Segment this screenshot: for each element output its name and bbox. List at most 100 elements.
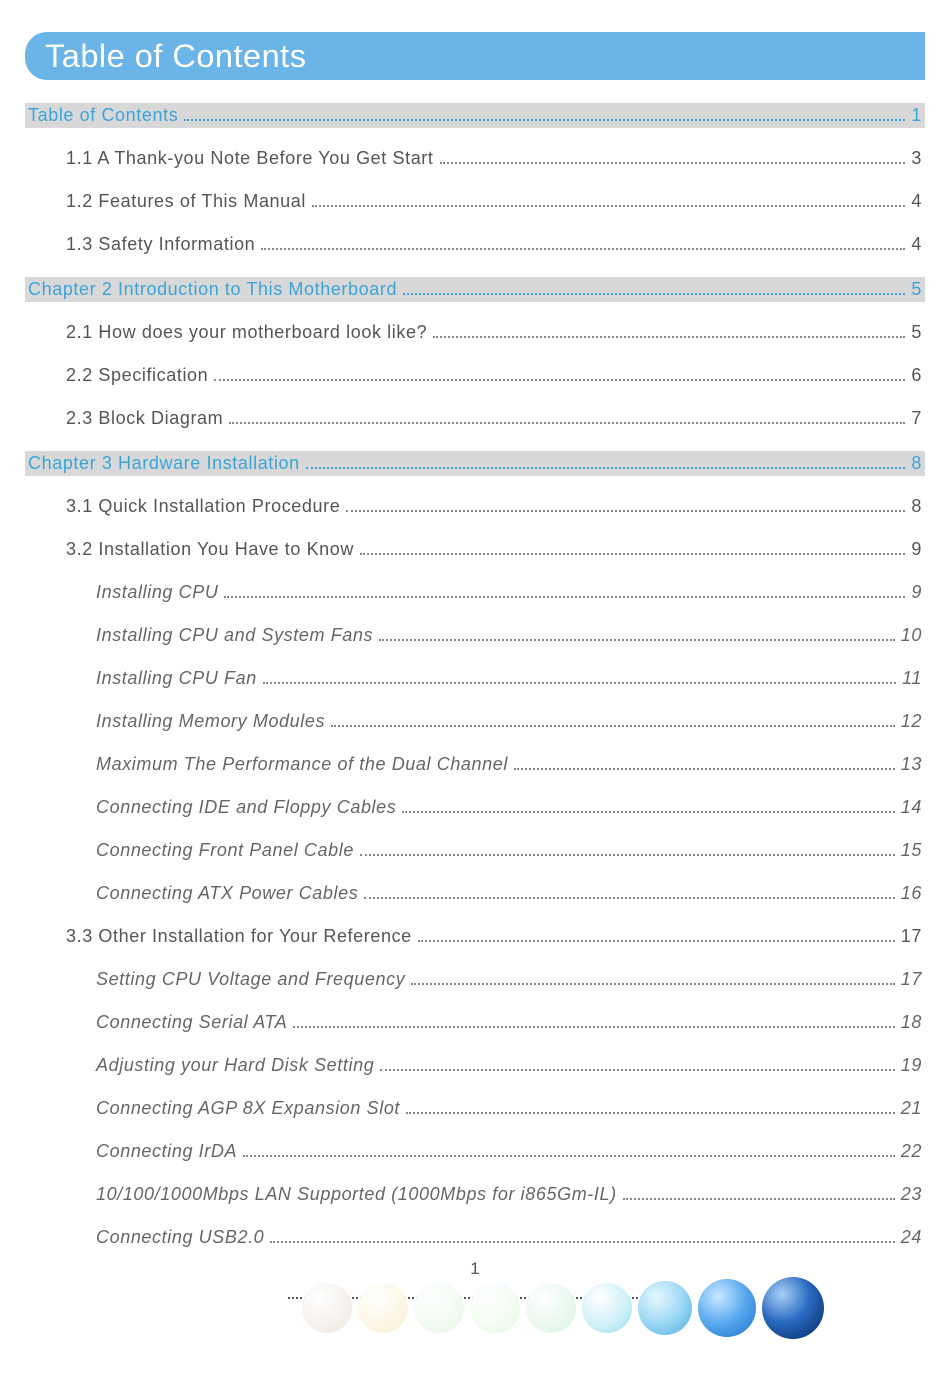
toc-label: 2.1 How does your motherboard look like? bbox=[66, 322, 427, 343]
toc-page: 19 bbox=[901, 1055, 922, 1076]
toc-row: Connecting Serial ATA 18 bbox=[28, 1012, 922, 1033]
toc-leader-dots bbox=[331, 713, 895, 727]
toc-label: Installing CPU bbox=[96, 582, 218, 603]
toc-leader-dots bbox=[229, 410, 905, 424]
toc-row: Chapter 3 Hardware Installation 8 bbox=[25, 451, 925, 476]
toc-leader-dots bbox=[312, 193, 905, 207]
toc-row: Installing Memory Modules 12 bbox=[28, 711, 922, 732]
toc-label: Connecting IrDA bbox=[96, 1141, 237, 1162]
toc-page: 16 bbox=[901, 883, 922, 904]
toc-page: 7 bbox=[911, 408, 922, 429]
toc-row: 1.1 A Thank-you Note Before You Get Star… bbox=[28, 148, 922, 169]
toc-row: 1.3 Safety Information4 bbox=[28, 234, 922, 255]
toc-label: Connecting ATX Power Cables bbox=[96, 883, 358, 904]
toc-page: 17 bbox=[901, 926, 922, 947]
toc-leader-dots bbox=[364, 885, 894, 899]
circle-icon bbox=[526, 1283, 576, 1333]
circle-icon bbox=[638, 1281, 692, 1335]
toc-leader-dots bbox=[380, 1057, 894, 1071]
toc-row: Connecting USB2.024 bbox=[28, 1227, 922, 1248]
toc-row: 3.3 Other Installation for Your Referenc… bbox=[28, 926, 922, 947]
toc-page: 22 bbox=[901, 1141, 922, 1162]
toc-page: 12 bbox=[901, 711, 922, 732]
toc-leader-dots bbox=[261, 236, 905, 250]
toc-page: 21 bbox=[901, 1098, 922, 1119]
toc-label: Connecting IDE and Floppy Cables bbox=[96, 797, 396, 818]
toc-page: 15 bbox=[901, 840, 922, 861]
toc-page: 1 bbox=[911, 105, 922, 126]
toc-label: Installing Memory Modules bbox=[96, 711, 325, 732]
toc-page: 4 bbox=[911, 234, 922, 255]
toc-leader-dots bbox=[224, 584, 905, 598]
toc-leader-dots bbox=[403, 281, 905, 295]
toc-label: 3.3 Other Installation for Your Referenc… bbox=[66, 926, 412, 947]
toc-leader-dots bbox=[514, 756, 895, 770]
toc-row: 3.2 Installation You Have to Know 9 bbox=[28, 539, 922, 560]
toc-row: Connecting Front Panel Cable 15 bbox=[28, 840, 922, 861]
toc-label: Table of Contents bbox=[28, 105, 178, 126]
toc-page: 3 bbox=[911, 148, 922, 169]
toc-page: 18 bbox=[901, 1012, 922, 1033]
toc-label: 10/100/1000Mbps LAN Supported (1000Mbps … bbox=[96, 1184, 617, 1205]
toc-leader-dots bbox=[184, 107, 905, 121]
toc-leader-dots bbox=[360, 842, 895, 856]
toc-row: 2.3 Block Diagram 7 bbox=[28, 408, 922, 429]
page-title: Table of Contents bbox=[45, 38, 306, 75]
toc-page: 24 bbox=[901, 1227, 922, 1248]
toc-row: 1.2 Features of This Manual4 bbox=[28, 191, 922, 212]
toc-page: 6 bbox=[911, 365, 922, 386]
toc-body: Table of Contents 1 1.1 A Thank-you Note B… bbox=[28, 103, 922, 1270]
toc-label: Chapter 2 Introduction to This Motherboa… bbox=[28, 279, 397, 300]
toc-label: 2.2 Specification bbox=[66, 365, 208, 386]
toc-leader-dots bbox=[411, 971, 894, 985]
circle-icon bbox=[762, 1277, 824, 1339]
page-number: 1 bbox=[0, 1259, 950, 1279]
toc-label: Installing CPU and System Fans bbox=[96, 625, 373, 646]
header-bar: Table of Contents bbox=[25, 32, 925, 80]
toc-row: Setting CPU Voltage and Frequency17 bbox=[28, 969, 922, 990]
toc-label: 1.1 A Thank-you Note Before You Get Star… bbox=[66, 148, 434, 169]
toc-label: 2.3 Block Diagram bbox=[66, 408, 223, 429]
toc-leader-dots bbox=[623, 1186, 895, 1200]
toc-label: Setting CPU Voltage and Frequency bbox=[96, 969, 405, 990]
toc-page: 23 bbox=[901, 1184, 922, 1205]
toc-row: Installing CPU and System Fans 10 bbox=[28, 625, 922, 646]
toc-row: Installing CPU Fan11 bbox=[28, 668, 922, 689]
toc-leader-dots bbox=[418, 928, 895, 942]
toc-leader-dots bbox=[293, 1014, 894, 1028]
toc-page: 5 bbox=[911, 322, 922, 343]
toc-page: 14 bbox=[901, 797, 922, 818]
toc-label: 3.2 Installation You Have to Know bbox=[66, 539, 354, 560]
toc-label: Installing CPU Fan bbox=[96, 668, 257, 689]
toc-leader-dots bbox=[243, 1143, 895, 1157]
toc-row: 3.1 Quick Installation Procedure 8 bbox=[28, 496, 922, 517]
toc-leader-dots bbox=[214, 367, 905, 381]
toc-page: 10 bbox=[901, 625, 922, 646]
toc-row: 2.2 Specification 6 bbox=[28, 365, 922, 386]
toc-row: 10/100/1000Mbps LAN Supported (1000Mbps … bbox=[28, 1184, 922, 1205]
toc-row: Table of Contents 1 bbox=[25, 103, 925, 128]
toc-page: 4 bbox=[911, 191, 922, 212]
toc-row: Connecting ATX Power Cables 16 bbox=[28, 883, 922, 904]
toc-row: 2.1 How does your motherboard look like?… bbox=[28, 322, 922, 343]
toc-row: Connecting IDE and Floppy Cables 14 bbox=[28, 797, 922, 818]
toc-row: Connecting IrDA 22 bbox=[28, 1141, 922, 1162]
toc-label: Connecting Serial ATA bbox=[96, 1012, 287, 1033]
toc-label: 3.1 Quick Installation Procedure bbox=[66, 496, 340, 517]
circle-icon bbox=[470, 1283, 520, 1333]
toc-row: Maximum The Performance of the Dual Chan… bbox=[28, 754, 922, 775]
toc-leader-dots bbox=[270, 1229, 894, 1243]
toc-leader-dots bbox=[406, 1100, 895, 1114]
toc-label: Connecting Front Panel Cable bbox=[96, 840, 354, 861]
toc-leader-dots bbox=[402, 799, 894, 813]
toc-row: Adjusting your Hard Disk Setting 19 bbox=[28, 1055, 922, 1076]
toc-page: 8 bbox=[911, 453, 922, 474]
toc-leader-dots bbox=[360, 541, 905, 555]
circle-icon bbox=[698, 1279, 756, 1337]
toc-page: 9 bbox=[911, 539, 922, 560]
toc-page: 8 bbox=[911, 496, 922, 517]
toc-label: Chapter 3 Hardware Installation bbox=[28, 453, 300, 474]
circle-icon bbox=[358, 1283, 408, 1333]
toc-row: Installing CPU9 bbox=[28, 582, 922, 603]
toc-label: Adjusting your Hard Disk Setting bbox=[96, 1055, 374, 1076]
